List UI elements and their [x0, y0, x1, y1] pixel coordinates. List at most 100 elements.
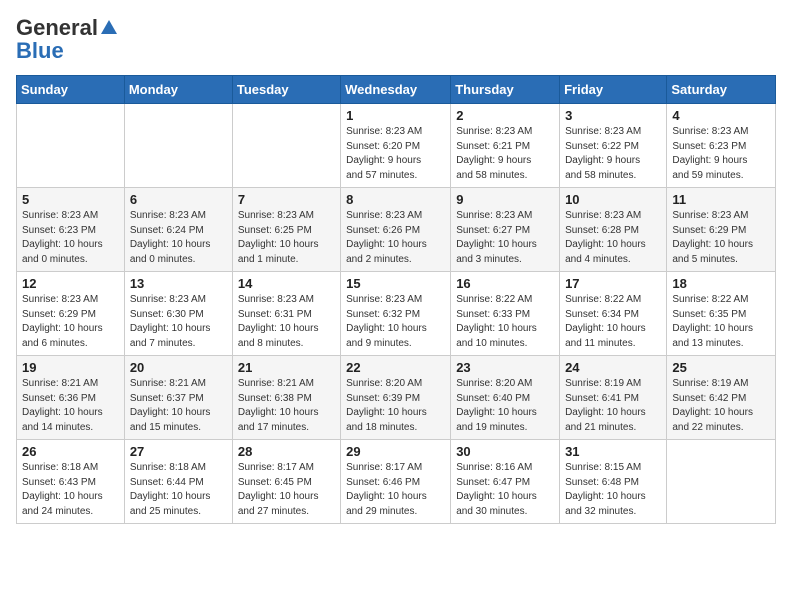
day-info: Sunrise: 8:23 AM Sunset: 6:22 PM Dayligh… [565, 125, 661, 183]
calendar-week-row: 5 Sunrise: 8:23 AM Sunset: 6:23 PM Daylig… [17, 188, 776, 272]
day-number: 14 [238, 276, 335, 291]
day-number: 25 [672, 360, 770, 375]
calendar-day-cell: 25 Sunrise: 8:19 AM Sunset: 6:42 PM Dayli… [667, 356, 776, 440]
day-info: Sunrise: 8:22 AM Sunset: 6:34 PM Dayligh… [565, 293, 661, 351]
calendar-day-cell: 2 Sunrise: 8:23 AM Sunset: 6:21 PM Daylig… [451, 104, 560, 188]
calendar-day-cell: 16Sunrise: 8:22 AM Sunset: 6:33 PM Dayli… [451, 272, 560, 356]
day-number: 21 [238, 360, 335, 375]
calendar-table: SundayMondayTuesdayWednesdayThursdayFrid… [16, 75, 776, 524]
day-info: Sunrise: 8:23 AM Sunset: 6:27 PM Dayligh… [456, 209, 554, 267]
logo-blue: Blue [16, 38, 64, 63]
calendar-day-cell: 14 Sunrise: 8:23 AM Sunset: 6:31 PM Dayli… [232, 272, 340, 356]
calendar-day-cell: 22 Sunrise: 8:20 AM Sunset: 6:39 PM Dayli… [341, 356, 451, 440]
day-of-week-header: Thursday [451, 76, 560, 104]
day-number: 22 [346, 360, 445, 375]
day-number: 23 [456, 360, 554, 375]
day-number: 8 [346, 192, 445, 207]
day-info: Sunrise: 8:23 AM Sunset: 6:25 PM Dayligh… [238, 209, 335, 267]
day-number: 1 [346, 108, 445, 123]
calendar-day-cell: 30 Sunrise: 8:16 AM Sunset: 6:47 PM Dayli… [451, 440, 560, 524]
day-number: 17 [565, 276, 661, 291]
day-info: Sunrise: 8:20 AM Sunset: 6:40 PM Dayligh… [456, 377, 554, 435]
day-info: Sunrise: 8:19 AM Sunset: 6:42 PM Dayligh… [672, 377, 770, 435]
day-info: Sunrise: 8:18 AM Sunset: 6:43 PM Dayligh… [22, 461, 119, 519]
day-number: 7 [238, 192, 335, 207]
day-info: Sunrise: 8:22 AM Sunset: 6:35 PM Dayligh… [672, 293, 770, 351]
days-of-week-row: SundayMondayTuesdayWednesdayThursdayFrid… [17, 76, 776, 104]
day-number: 6 [130, 192, 227, 207]
day-info: Sunrise: 8:23 AM Sunset: 6:24 PM Dayligh… [130, 209, 227, 267]
day-of-week-header: Sunday [17, 76, 125, 104]
day-number: 28 [238, 444, 335, 459]
day-info: Sunrise: 8:19 AM Sunset: 6:41 PM Dayligh… [565, 377, 661, 435]
day-info: Sunrise: 8:23 AM Sunset: 6:20 PM Dayligh… [346, 125, 445, 183]
day-number: 29 [346, 444, 445, 459]
day-info: Sunrise: 8:23 AM Sunset: 6:31 PM Dayligh… [238, 293, 335, 351]
calendar-day-cell: 1 Sunrise: 8:23 AM Sunset: 6:20 PM Daylig… [341, 104, 451, 188]
day-number: 26 [22, 444, 119, 459]
day-of-week-header: Wednesday [341, 76, 451, 104]
day-info: Sunrise: 8:23 AM Sunset: 6:29 PM Dayligh… [672, 209, 770, 267]
logo-general: General [16, 16, 98, 40]
calendar-day-cell: 18 Sunrise: 8:22 AM Sunset: 6:35 PM Dayli… [667, 272, 776, 356]
calendar-day-cell [124, 104, 232, 188]
calendar-day-cell: 21 Sunrise: 8:21 AM Sunset: 6:38 PM Dayli… [232, 356, 340, 440]
calendar-day-cell: 24 Sunrise: 8:19 AM Sunset: 6:41 PM Dayli… [560, 356, 667, 440]
day-number: 9 [456, 192, 554, 207]
day-number: 2 [456, 108, 554, 123]
day-info: Sunrise: 8:23 AM Sunset: 6:23 PM Dayligh… [672, 125, 770, 183]
day-number: 15 [346, 276, 445, 291]
calendar-day-cell [667, 440, 776, 524]
day-info: Sunrise: 8:22 AM Sunset: 6:33 PM Dayligh… [456, 293, 554, 351]
day-info: Sunrise: 8:23 AM Sunset: 6:21 PM Dayligh… [456, 125, 554, 183]
day-info: Sunrise: 8:17 AM Sunset: 6:45 PM Dayligh… [238, 461, 335, 519]
day-info: Sunrise: 8:17 AM Sunset: 6:46 PM Dayligh… [346, 461, 445, 519]
day-info: Sunrise: 8:23 AM Sunset: 6:28 PM Dayligh… [565, 209, 661, 267]
day-info: Sunrise: 8:20 AM Sunset: 6:39 PM Dayligh… [346, 377, 445, 435]
day-number: 27 [130, 444, 227, 459]
day-number: 18 [672, 276, 770, 291]
calendar-day-cell: 5 Sunrise: 8:23 AM Sunset: 6:23 PM Daylig… [17, 188, 125, 272]
day-number: 30 [456, 444, 554, 459]
day-of-week-header: Friday [560, 76, 667, 104]
page-header: General Blue [16, 16, 776, 63]
calendar-day-cell: 29 Sunrise: 8:17 AM Sunset: 6:46 PM Dayli… [341, 440, 451, 524]
calendar-day-cell: 6 Sunrise: 8:23 AM Sunset: 6:24 PM Daylig… [124, 188, 232, 272]
calendar-day-cell: 7 Sunrise: 8:23 AM Sunset: 6:25 PM Daylig… [232, 188, 340, 272]
calendar-day-cell: 27Sunrise: 8:18 AM Sunset: 6:44 PM Dayli… [124, 440, 232, 524]
calendar-day-cell: 11Sunrise: 8:23 AM Sunset: 6:29 PM Dayli… [667, 188, 776, 272]
calendar-day-cell: 26 Sunrise: 8:18 AM Sunset: 6:43 PM Dayli… [17, 440, 125, 524]
day-of-week-header: Monday [124, 76, 232, 104]
day-of-week-header: Tuesday [232, 76, 340, 104]
day-number: 24 [565, 360, 661, 375]
calendar-day-cell: 10Sunrise: 8:23 AM Sunset: 6:28 PM Dayli… [560, 188, 667, 272]
calendar-day-cell [17, 104, 125, 188]
calendar-day-cell: 17 Sunrise: 8:22 AM Sunset: 6:34 PM Dayli… [560, 272, 667, 356]
calendar-day-cell [232, 104, 340, 188]
day-number: 4 [672, 108, 770, 123]
calendar-week-row: 1 Sunrise: 8:23 AM Sunset: 6:20 PM Daylig… [17, 104, 776, 188]
calendar-day-cell: 12 Sunrise: 8:23 AM Sunset: 6:29 PM Dayli… [17, 272, 125, 356]
calendar-day-cell: 31 Sunrise: 8:15 AM Sunset: 6:48 PM Dayli… [560, 440, 667, 524]
day-number: 12 [22, 276, 119, 291]
day-info: Sunrise: 8:16 AM Sunset: 6:47 PM Dayligh… [456, 461, 554, 519]
day-info: Sunrise: 8:21 AM Sunset: 6:36 PM Dayligh… [22, 377, 119, 435]
calendar-day-cell: 9 Sunrise: 8:23 AM Sunset: 6:27 PM Daylig… [451, 188, 560, 272]
day-info: Sunrise: 8:15 AM Sunset: 6:48 PM Dayligh… [565, 461, 661, 519]
day-info: Sunrise: 8:23 AM Sunset: 6:29 PM Dayligh… [22, 293, 119, 351]
calendar-week-row: 19 Sunrise: 8:21 AM Sunset: 6:36 PM Dayli… [17, 356, 776, 440]
logo-icon [99, 18, 119, 38]
calendar-week-row: 12 Sunrise: 8:23 AM Sunset: 6:29 PM Dayli… [17, 272, 776, 356]
day-number: 19 [22, 360, 119, 375]
day-number: 5 [22, 192, 119, 207]
calendar-day-cell: 20Sunrise: 8:21 AM Sunset: 6:37 PM Dayli… [124, 356, 232, 440]
logo: General Blue [16, 16, 120, 63]
day-info: Sunrise: 8:21 AM Sunset: 6:38 PM Dayligh… [238, 377, 335, 435]
day-number: 31 [565, 444, 661, 459]
calendar-day-cell: 4 Sunrise: 8:23 AM Sunset: 6:23 PM Daylig… [667, 104, 776, 188]
day-info: Sunrise: 8:23 AM Sunset: 6:30 PM Dayligh… [130, 293, 227, 351]
calendar-day-cell: 15Sunrise: 8:23 AM Sunset: 6:32 PM Dayli… [341, 272, 451, 356]
day-info: Sunrise: 8:23 AM Sunset: 6:23 PM Dayligh… [22, 209, 119, 267]
day-info: Sunrise: 8:21 AM Sunset: 6:37 PM Dayligh… [130, 377, 227, 435]
calendar-day-cell: 19 Sunrise: 8:21 AM Sunset: 6:36 PM Dayli… [17, 356, 125, 440]
